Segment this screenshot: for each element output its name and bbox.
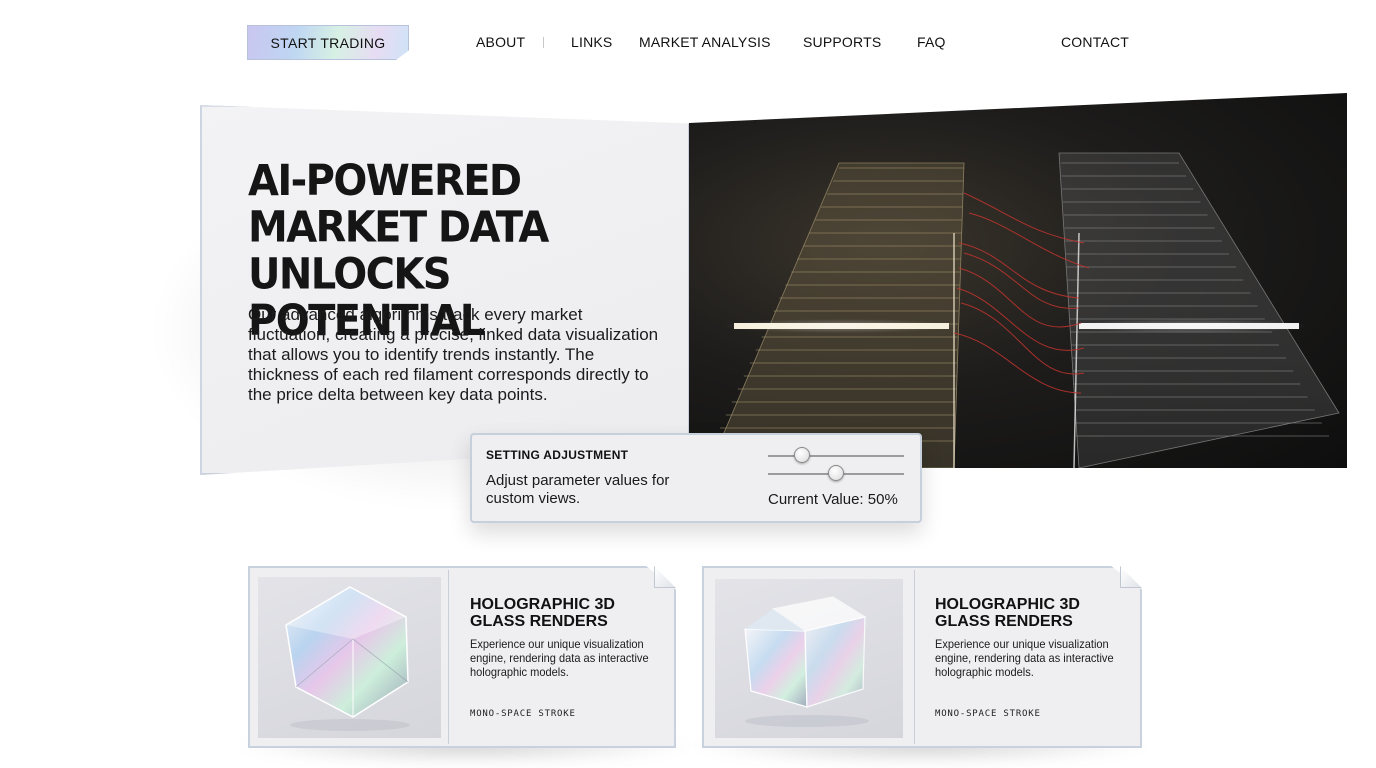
slider-track-1[interactable] bbox=[768, 455, 904, 457]
holographic-cube-icon bbox=[744, 596, 869, 727]
holographic-dodecahedron-icon bbox=[285, 586, 410, 731]
start-trading-label: START TRADING bbox=[270, 34, 386, 51]
card-1-tag: MONO-SPACE STROKE bbox=[470, 709, 576, 719]
settings-description: Adjust parameter values for custom views… bbox=[486, 472, 670, 507]
page-fold-icon bbox=[1120, 566, 1142, 588]
card-divider bbox=[914, 570, 915, 744]
nav-link-faq[interactable]: FAQ bbox=[917, 34, 946, 50]
nav-link-supports[interactable]: SUPPORTS bbox=[803, 34, 881, 50]
glass-data-towers-icon bbox=[708, 152, 1340, 468]
card-1-description: Experience our unique visualization engi… bbox=[470, 637, 649, 679]
nav-divider bbox=[543, 37, 544, 48]
nav-link-contact[interactable]: CONTACT bbox=[1061, 34, 1129, 50]
hero-image bbox=[689, 93, 1347, 468]
card-2-image bbox=[715, 579, 903, 738]
card-2-title: HOLOGRAPHIC 3D GLASS RENDERS bbox=[935, 596, 1080, 630]
nav-link-market-analysis[interactable]: MARKET ANALYSIS bbox=[639, 34, 771, 50]
card-2-tag: MONO-SPACE STROKE bbox=[935, 709, 1041, 719]
nav-link-about[interactable]: ABOUT bbox=[476, 34, 525, 50]
start-trading-button[interactable]: START TRADING bbox=[247, 25, 409, 60]
card-1-title: HOLOGRAPHIC 3D GLASS RENDERS bbox=[470, 596, 615, 630]
nav-link-links[interactable]: LINKS bbox=[571, 34, 612, 50]
card-2-description: Experience our unique visualization engi… bbox=[935, 637, 1114, 679]
hero-description: Our advanced algorithms track every mark… bbox=[248, 305, 659, 404]
card-divider bbox=[448, 570, 449, 744]
slider-knob-1[interactable] bbox=[794, 447, 810, 463]
slider-knob-2[interactable] bbox=[828, 465, 844, 481]
page-fold-icon bbox=[654, 566, 676, 588]
card-1-image bbox=[258, 577, 441, 738]
settings-title: SETTING ADJUSTMENT bbox=[486, 448, 629, 462]
current-value-readout: Current Value: 50% bbox=[768, 491, 898, 508]
